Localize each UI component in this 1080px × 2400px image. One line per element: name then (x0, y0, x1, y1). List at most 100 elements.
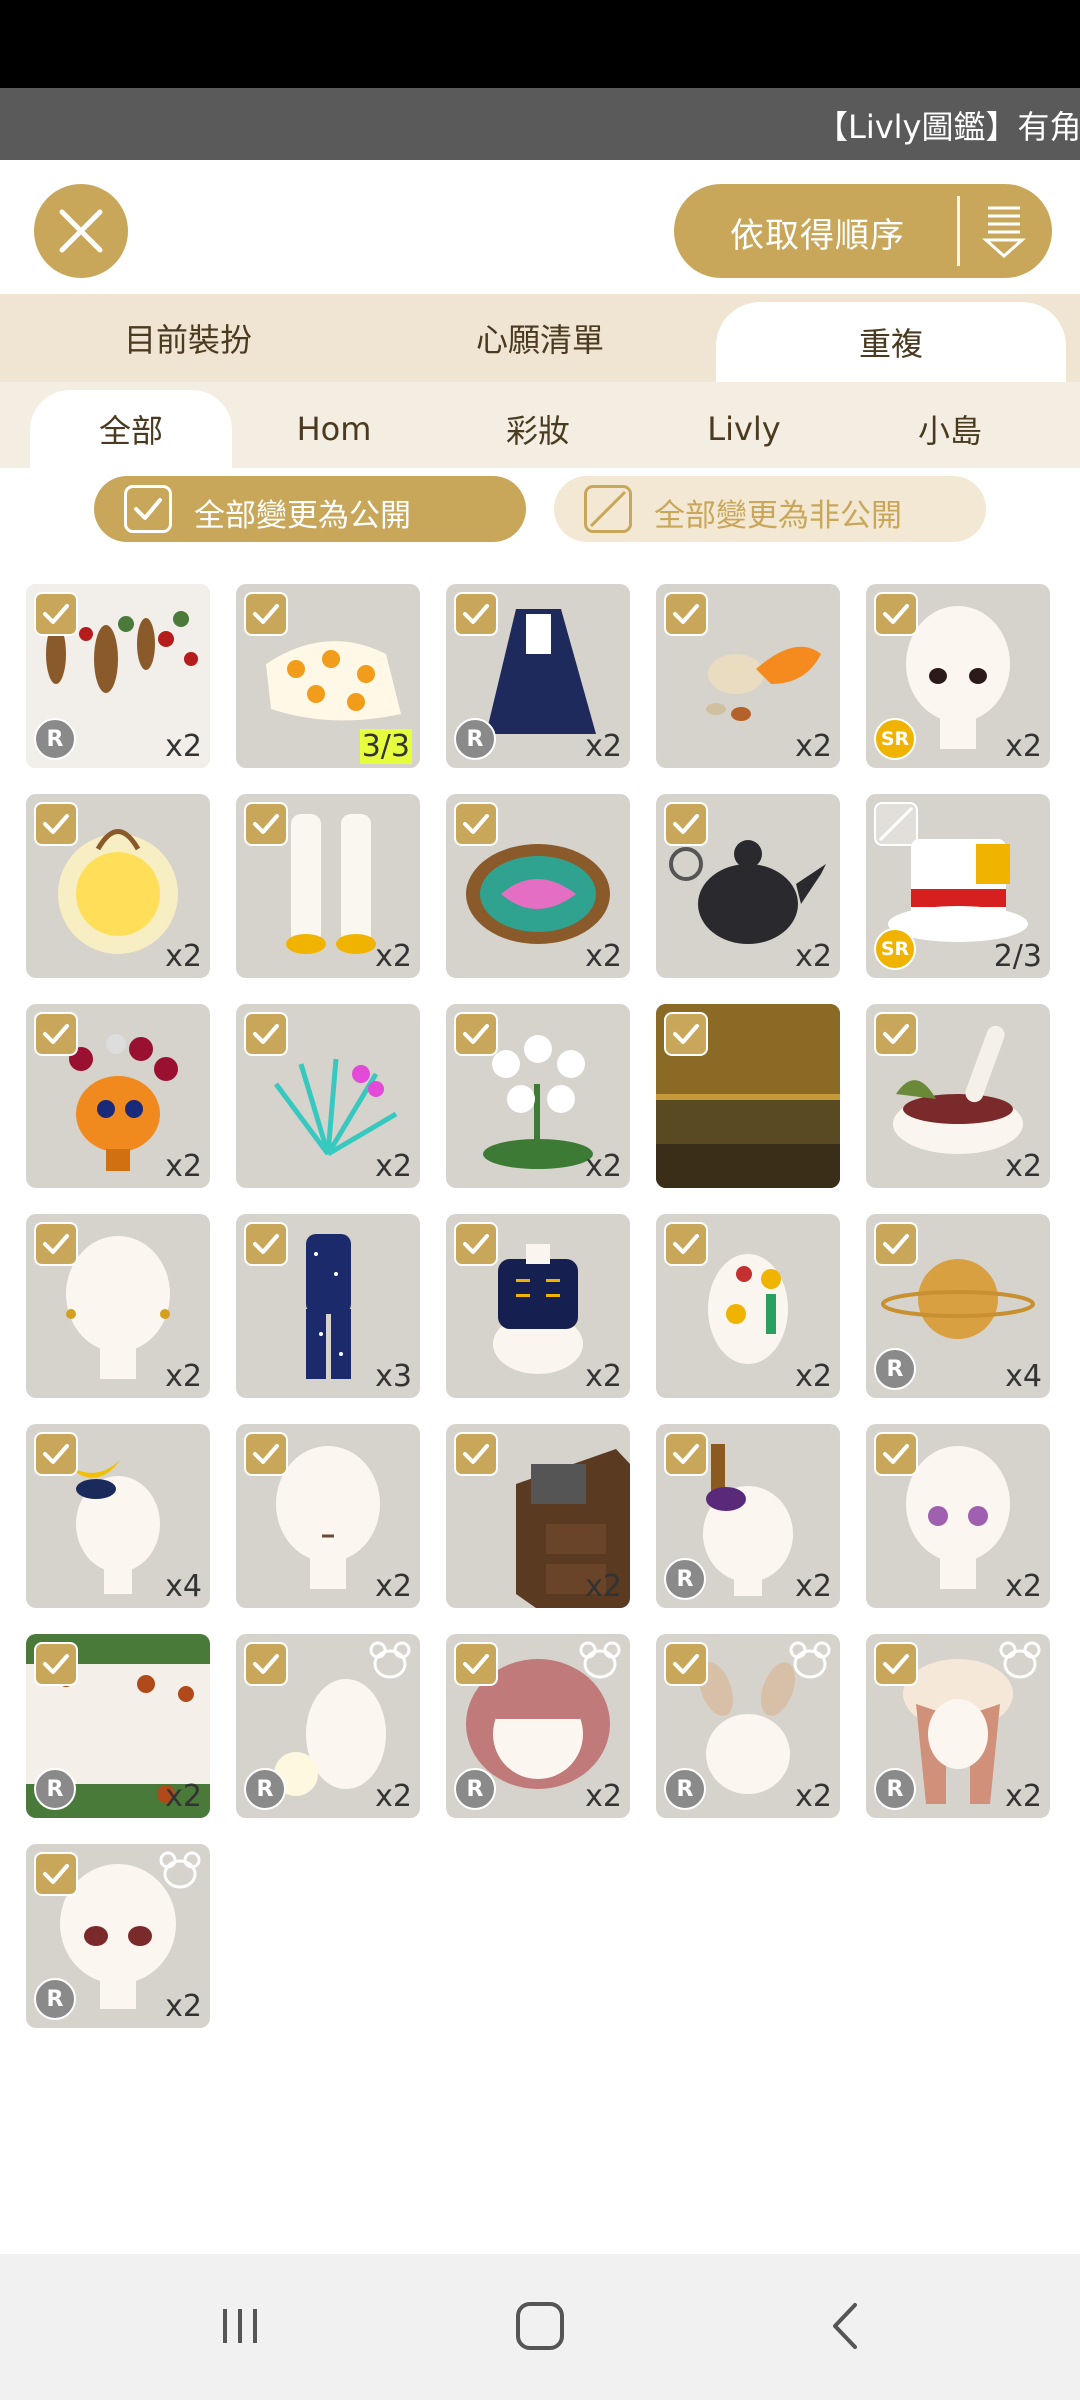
subtab-all[interactable]: 全部 (30, 390, 232, 468)
item-count: x2 (1005, 1569, 1042, 1604)
item-moon-mirror[interactable]: x2 (446, 794, 630, 978)
set-all-public-button[interactable]: 全部變更為公開 (94, 476, 526, 542)
item-count: x2 (1005, 729, 1042, 764)
item-small-mouth[interactable]: x2 (236, 1424, 420, 1608)
checked-box-icon[interactable] (244, 1432, 288, 1476)
item-brown-eyes[interactable]: Rx2 (26, 1844, 210, 2028)
checked-box-icon[interactable] (34, 1012, 78, 1056)
item-golden-planet[interactable]: Rx4 (866, 1214, 1050, 1398)
checked-box-icon[interactable] (454, 802, 498, 846)
checked-box-icon[interactable] (34, 802, 78, 846)
tab-wishlist[interactable]: 心願清單 (352, 294, 728, 382)
unchecked-box-icon[interactable] (874, 802, 918, 846)
item-eyes-dark[interactable]: SR x2 (866, 584, 1050, 768)
item-count: x2 (165, 1149, 202, 1184)
sort-label: 依取得順序 (730, 216, 905, 256)
checked-box-icon[interactable] (664, 1642, 708, 1686)
checked-box-icon[interactable] (874, 1012, 918, 1056)
checked-box-icon[interactable] (874, 592, 918, 636)
item-glowing-lantern[interactable]: x2 (26, 794, 210, 978)
set-all-private-button[interactable]: 全部變更為非公開 (554, 476, 986, 542)
item-count: x2 (165, 1989, 202, 2024)
bear-icon (999, 1641, 1041, 1679)
item-black-teapot[interactable]: x2 (656, 794, 840, 978)
item-pink-bob-hair[interactable]: Rx2 (446, 1634, 630, 1818)
item-glowing-grass[interactable]: x2 (236, 1004, 420, 1188)
subtab-hom[interactable]: Hom (232, 390, 436, 468)
sort-button[interactable]: 依取得順序 (674, 184, 1052, 278)
item-count: 3/3 (359, 729, 412, 764)
close-icon (59, 209, 103, 253)
checked-box-icon[interactable] (34, 592, 78, 636)
item-skull-flower-vase[interactable]: x2 (26, 1004, 210, 1188)
checked-box-icon[interactable] (244, 1012, 288, 1056)
rarity-badge: R (664, 1558, 706, 1600)
checked-box-icon[interactable] (664, 1432, 708, 1476)
subtab-makeup[interactable]: 彩妝 (436, 390, 640, 468)
rarity-badge: R (34, 718, 76, 760)
checked-box-icon[interactable] (454, 592, 498, 636)
rarity-badge: R (34, 1768, 76, 1810)
item-count: x2 (375, 1569, 412, 1604)
checked-box-icon[interactable] (454, 1642, 498, 1686)
item-fruit-vine-frame[interactable]: Rx2 (26, 1634, 210, 1818)
item-count: x2 (585, 939, 622, 974)
item-count: x2 (375, 939, 412, 974)
checked-box-icon[interactable] (874, 1642, 918, 1686)
item-count: x2 (585, 1569, 622, 1604)
item-wood-cabinet-projector[interactable]: x2 (446, 1424, 630, 1608)
checked-box-icon[interactable] (34, 1222, 78, 1266)
item-navy-vest[interactable]: x2 (446, 1214, 630, 1398)
rarity-badge: R (244, 1768, 286, 1810)
item-mortar-bowl[interactable]: x2 (866, 1004, 1050, 1188)
item-moon-headpiece[interactable]: x4 (26, 1424, 210, 1608)
checked-box-icon[interactable] (874, 1222, 918, 1266)
tab-current-outfit[interactable]: 目前裝扮 (0, 294, 376, 382)
checked-box-icon[interactable] (454, 1432, 498, 1476)
checked-box-icon[interactable] (244, 1642, 288, 1686)
checked-box-icon[interactable] (454, 1012, 498, 1056)
item-spilled-jar-orange[interactable]: x2 (656, 584, 840, 768)
item-long-pink-hair[interactable]: Rx2 (866, 1634, 1050, 1818)
checked-box-icon[interactable] (34, 1642, 78, 1686)
announcement-bar[interactable]: 【Livly圖鑑】有角 (0, 88, 1080, 160)
checked-box-icon[interactable] (454, 1222, 498, 1266)
item-purple-pipe-hat[interactable]: Rx2 (656, 1424, 840, 1608)
checked-box-icon[interactable] (34, 1432, 78, 1476)
checked-box-icon[interactable] (664, 802, 708, 846)
checked-box-icon[interactable] (664, 1222, 708, 1266)
checked-box-icon[interactable] (874, 1432, 918, 1476)
close-button[interactable] (34, 184, 128, 278)
item-starry-pajamas[interactable]: x3 (236, 1214, 420, 1398)
checked-box-icon[interactable] (244, 1222, 288, 1266)
back-button[interactable] (810, 2294, 880, 2358)
item-navy-cape[interactable]: Rx2 (446, 584, 630, 768)
subtab-livly[interactable]: Livly (640, 390, 848, 468)
main-tabs: 目前裝扮 心願清單 重複 (0, 294, 1080, 382)
item-medals-torso[interactable]: x2 (656, 1214, 840, 1398)
item-bunny-ears[interactable]: Rx2 (656, 1634, 840, 1818)
item-white-leg-warmers[interactable]: x2 (236, 794, 420, 978)
item-sunset-sea-background[interactable] (656, 1004, 840, 1188)
tab-duplicates[interactable]: 重複 (716, 302, 1066, 382)
item-fluffy-tail[interactable]: Rx2 (236, 1634, 420, 1818)
item-hanging-berries-garland[interactable]: Rx2 (26, 584, 210, 768)
checked-box-icon[interactable] (664, 592, 708, 636)
checked-box-icon[interactable] (244, 802, 288, 846)
item-white-flowers[interactable]: x2 (446, 1004, 630, 1188)
item-carnival-hat[interactable]: SR 2/3 (866, 794, 1050, 978)
checked-box-icon[interactable] (34, 1852, 78, 1896)
item-earrings-gold[interactable]: x2 (26, 1214, 210, 1398)
checked-box-icon[interactable] (244, 592, 288, 636)
subtab-island[interactable]: 小島 (848, 390, 1052, 468)
checked-box-icon[interactable] (664, 1012, 708, 1056)
item-count: x2 (375, 1149, 412, 1184)
item-orange-pattern-cloth[interactable]: 3/3 (236, 584, 420, 768)
home-button[interactable] (505, 2294, 575, 2358)
slash-box-icon (584, 485, 632, 533)
status-bar (0, 0, 1080, 88)
recent-apps-button[interactable] (205, 2294, 275, 2358)
item-purple-eyes[interactable]: x2 (866, 1424, 1050, 1608)
rarity-badge: R (34, 1978, 76, 2020)
item-count: x2 (585, 1359, 622, 1394)
